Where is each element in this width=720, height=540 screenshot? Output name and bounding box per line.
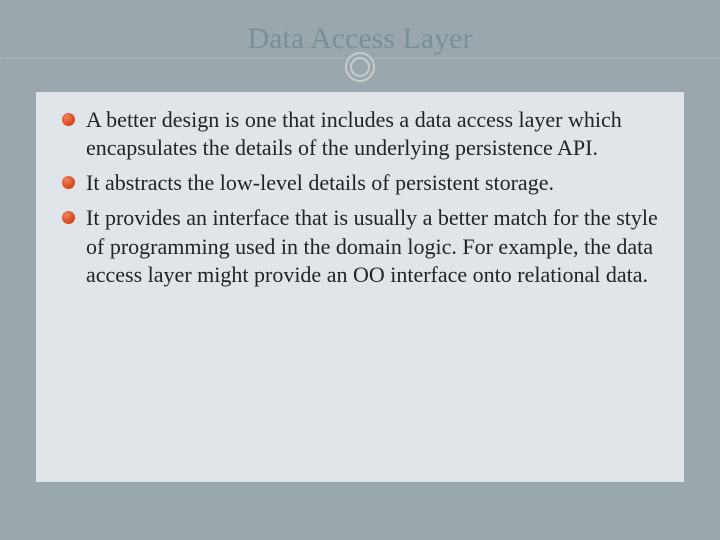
bullet-icon — [62, 211, 75, 224]
slide: Data Access Layer A better design is one… — [0, 0, 720, 540]
bullet-icon — [62, 176, 75, 189]
list-item: It provides an interface that is usually… — [58, 204, 662, 288]
list-item: It abstracts the low-level details of pe… — [58, 169, 662, 197]
bullet-list: A better design is one that includes a d… — [58, 106, 662, 289]
circle-ornament-icon — [345, 52, 375, 82]
list-item: A better design is one that includes a d… — [58, 106, 662, 162]
bullet-icon — [62, 113, 75, 126]
content-panel: A better design is one that includes a d… — [36, 92, 684, 482]
bullet-text: A better design is one that includes a d… — [86, 107, 622, 160]
bullet-text: It abstracts the low-level details of pe… — [86, 170, 554, 195]
bullet-text: It provides an interface that is usually… — [86, 205, 658, 286]
